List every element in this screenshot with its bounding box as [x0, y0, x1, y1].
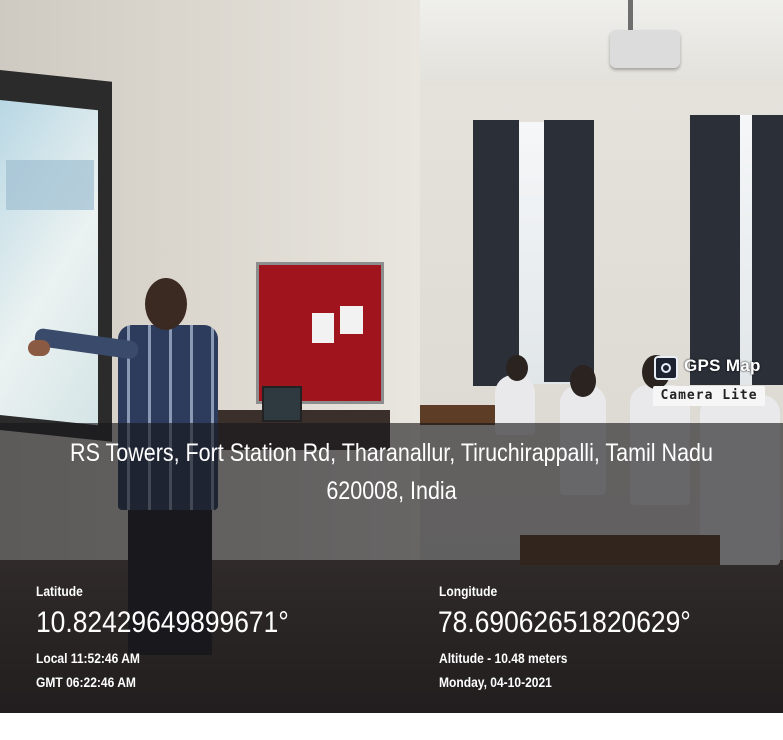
student-head	[570, 365, 596, 397]
projected-content	[6, 160, 94, 210]
curtain	[690, 115, 740, 385]
watermark-subtitle: Camera Lite	[653, 386, 765, 406]
local-time: Local 11:52:46 AM	[36, 650, 140, 666]
longitude-value: 78.69062651820629°	[438, 606, 691, 639]
latitude-label: Latitude	[36, 583, 83, 599]
presenter-head	[145, 278, 187, 330]
curtain	[473, 120, 519, 386]
desk-monitor	[262, 386, 302, 422]
gmt-time: GMT 06:22:46 AM	[36, 674, 136, 690]
presenter-hand	[28, 340, 50, 356]
ceiling-projector	[610, 30, 680, 68]
classroom-photo: GPS Map Camera Lite RS Towers, Fort Stat…	[0, 0, 783, 740]
longitude-label: Longitude	[439, 583, 498, 599]
curtain	[752, 115, 783, 385]
notice-paper	[312, 313, 334, 343]
address-line-2: 620008, India	[326, 477, 457, 505]
address-line-1: RS Towers, Fort Station Rd, Tharanallur,…	[70, 439, 713, 467]
student-head	[506, 355, 528, 381]
notice-paper	[340, 306, 363, 334]
gps-map-camera-watermark: GPS Map Camera Lite	[652, 354, 766, 410]
date: Monday, 04-10-2021	[439, 674, 552, 690]
camera-icon	[654, 356, 678, 380]
altitude: Altitude - 10.48 meters	[439, 650, 568, 666]
curtain	[544, 120, 594, 382]
projector-screen	[0, 100, 98, 426]
address-block: RS Towers, Fort Station Rd, Tharanallur,…	[55, 434, 728, 510]
bottom-border	[0, 713, 783, 740]
watermark-title: GPS Map	[684, 356, 761, 375]
latitude-value: 10.82429649899671°	[36, 606, 289, 639]
